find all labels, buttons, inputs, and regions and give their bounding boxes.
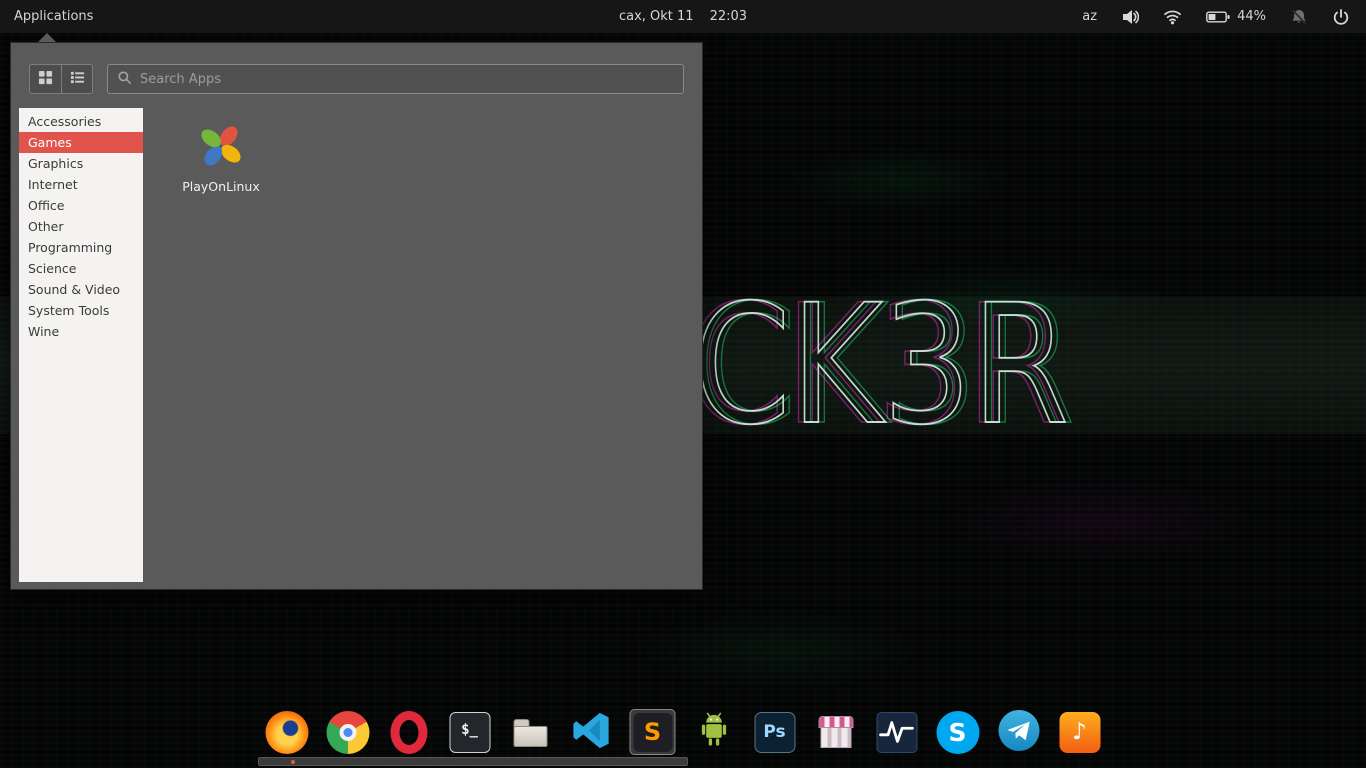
list-view-button[interactable]	[61, 65, 92, 93]
software-store-launcher[interactable]	[813, 709, 859, 755]
music-player-icon: ♪	[1059, 711, 1100, 753]
search-box[interactable]	[107, 64, 684, 94]
system-tray: az 44%	[1082, 8, 1366, 26]
dock: $_ S Ps S ♪	[264, 709, 1103, 755]
dock-shelf	[258, 757, 688, 766]
chrome-launcher[interactable]	[325, 709, 371, 755]
search-input[interactable]	[140, 71, 674, 87]
wallpaper-glitch-text: CK3R CK3R CK3R	[686, 288, 1076, 462]
clock[interactable]: cax, Okt 11 22:03	[619, 9, 747, 24]
list-view-icon	[70, 70, 85, 88]
playonlinux-icon	[197, 122, 245, 170]
sidebar-item-programming[interactable]: Programming	[19, 237, 143, 258]
photoshop-launcher[interactable]: Ps	[752, 709, 798, 755]
power-icon[interactable]	[1332, 8, 1350, 26]
svg-text:CK3R: CK3R	[687, 288, 1063, 461]
opera-launcher[interactable]	[386, 709, 432, 755]
battery-fill	[1208, 13, 1216, 20]
sidebar-item-internet[interactable]: Internet	[19, 174, 143, 195]
skype-icon: S	[936, 710, 979, 754]
svg-text:CK3R: CK3R	[699, 288, 1075, 461]
software-store-icon	[815, 712, 856, 753]
sublime-text-icon: S	[632, 711, 673, 753]
sidebar-item-system-tools[interactable]: System Tools	[19, 300, 143, 321]
sidebar-item-graphics[interactable]: Graphics	[19, 153, 143, 174]
terminal-icon: $_	[449, 711, 490, 753]
notifications-muted-icon[interactable]	[1290, 8, 1308, 26]
applications-menu-popup: AccessoriesGamesGraphicsInternetOfficeOt…	[10, 42, 703, 590]
file-manager-launcher[interactable]	[508, 709, 554, 755]
sidebar-item-office[interactable]: Office	[19, 195, 143, 216]
grid-view-icon	[38, 70, 53, 88]
sidebar-item-sound-video[interactable]: Sound & Video	[19, 279, 143, 300]
search-icon	[117, 70, 132, 89]
activity-monitor-icon	[876, 711, 917, 753]
wifi-icon[interactable]	[1163, 8, 1182, 25]
photoshop-icon: Ps	[754, 711, 795, 753]
vscode-icon	[570, 709, 613, 756]
app-playonlinux[interactable]: PlayOnLinux	[169, 122, 273, 194]
activity-monitor-launcher[interactable]	[874, 709, 920, 755]
keyboard-layout-indicator[interactable]: az	[1082, 9, 1097, 24]
battery-percent-label: 44%	[1237, 9, 1266, 24]
chrome-icon	[326, 710, 369, 754]
sidebar-item-accessories[interactable]: Accessories	[19, 111, 143, 132]
sidebar-item-games[interactable]: Games	[19, 132, 143, 153]
menu-topbar	[29, 64, 684, 94]
skype-launcher[interactable]: S	[935, 709, 981, 755]
menu-arrow	[38, 33, 56, 42]
applications-menu-button[interactable]: Applications	[0, 0, 107, 33]
category-list: Accessories Games Graphics Internet Office Ot…	[19, 108, 143, 582]
sidebar-item-other[interactable]: Other	[19, 216, 143, 237]
sublime-text-launcher[interactable]: S	[629, 709, 676, 755]
telegram-launcher[interactable]	[996, 709, 1042, 755]
volume-icon[interactable]	[1121, 8, 1140, 26]
terminal-launcher[interactable]: $_	[447, 709, 493, 755]
vscode-launcher[interactable]	[569, 709, 615, 755]
top-panel: Applications cax, Okt 11 22:03 az 44%	[0, 0, 1366, 33]
app-grid: PlayOnLinux	[161, 108, 694, 582]
opera-icon	[390, 710, 427, 754]
firefox-launcher[interactable]	[264, 709, 310, 755]
music-player-launcher[interactable]: ♪	[1057, 709, 1103, 755]
sidebar-item-wine[interactable]: Wine	[19, 321, 143, 342]
view-toggle-group	[29, 64, 93, 94]
svg-text:CK3R: CK3R	[693, 288, 1069, 461]
sidebar-item-science[interactable]: Science	[19, 258, 143, 279]
firefox-icon	[265, 710, 308, 754]
android-studio-icon	[692, 709, 735, 756]
grid-view-button[interactable]	[30, 65, 61, 93]
window-indicator-dot	[291, 760, 295, 764]
clock-date: cax, Okt 11	[618, 9, 694, 24]
file-manager-icon	[509, 712, 552, 753]
app-label: PlayOnLinux	[182, 179, 260, 194]
telegram-icon	[997, 709, 1040, 756]
android-studio-launcher[interactable]	[691, 709, 737, 755]
battery-indicator[interactable]: 44%	[1206, 9, 1266, 24]
clock-time: 22:03	[709, 9, 748, 24]
